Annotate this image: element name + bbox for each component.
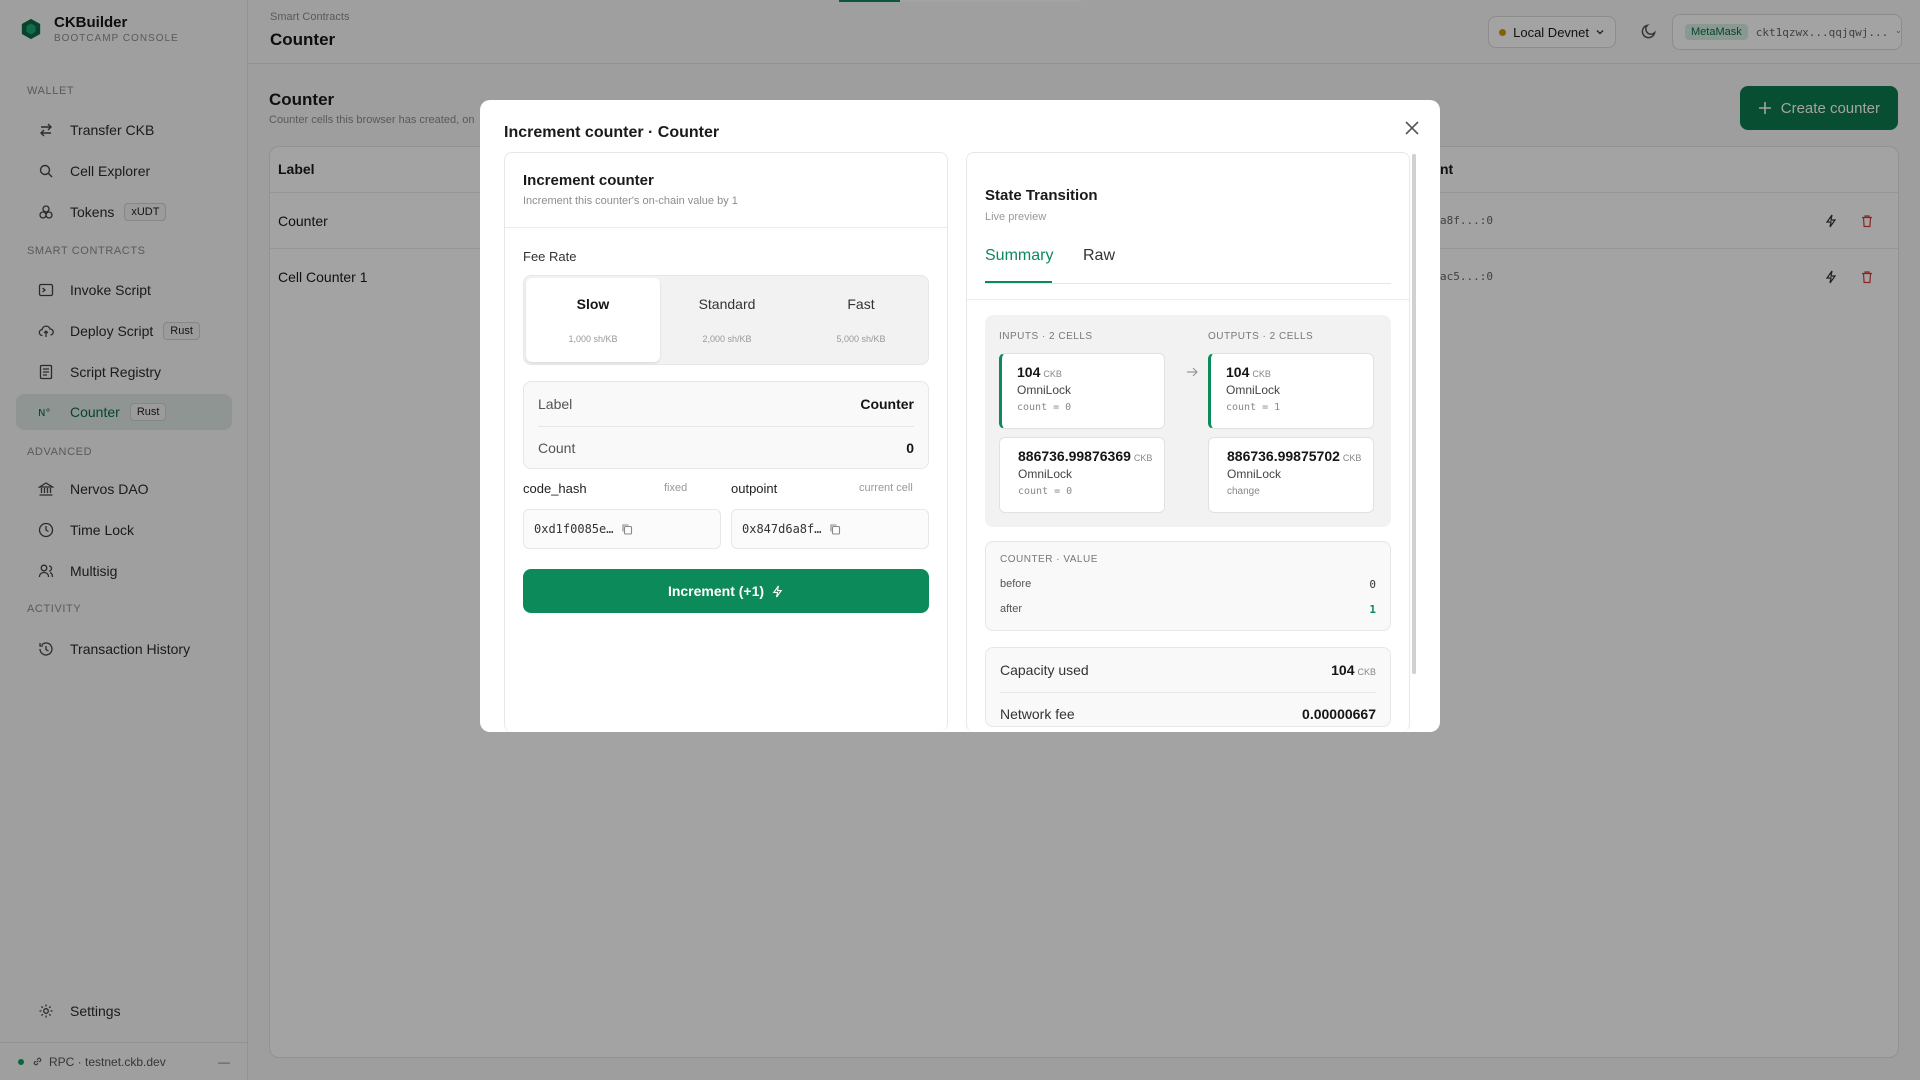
counter-value-heading: COUNTER · VALUE (1000, 554, 1098, 565)
fee-option-name: Slow (576, 296, 610, 312)
tabs-divider (985, 283, 1391, 284)
code-hash-hint: fixed (664, 482, 688, 494)
divider (967, 299, 1409, 300)
capacity-row: Capacity used 104 CKB (1000, 662, 1376, 678)
capacity-box: Capacity used 104 CKB Network fee 0.00000… (985, 647, 1391, 727)
tab-raw[interactable]: Raw (1083, 247, 1115, 265)
after-label: after (1000, 603, 1023, 615)
output-cell[interactable]: 886736.99875702 CKB OmniLock change (1208, 437, 1374, 513)
info-key: Count (538, 440, 576, 456)
cell-lock: OmniLock (1226, 383, 1281, 397)
code-hash-value: 0xd1f0085e… (534, 522, 614, 536)
cell-meta: count = 1 (1226, 402, 1281, 413)
close-icon[interactable] (1402, 118, 1422, 138)
fee-option-rate: 1,000 sh/KB (568, 334, 618, 344)
cell-amount: 104 (1226, 364, 1250, 380)
after-value: 1 (1369, 603, 1376, 616)
cell-lock: OmniLock (1018, 467, 1073, 481)
copy-icon[interactable] (621, 523, 633, 535)
before-value: 0 (1369, 578, 1376, 591)
info-row-label: Label Counter (538, 382, 914, 426)
outpoint-hint: current cell (859, 482, 913, 494)
increment-panel: Increment counter Increment this counter… (504, 152, 948, 732)
capacity-label: Capacity used (1000, 662, 1089, 678)
outpoint-value: 0x847d6a8f… (742, 522, 822, 536)
counter-value-box: COUNTER · VALUE before 0 after 1 (985, 541, 1391, 631)
tab-summary[interactable]: Summary (985, 247, 1053, 265)
capacity-value: 104 (1331, 662, 1355, 678)
zap-icon (772, 585, 783, 597)
divider (505, 227, 947, 228)
cell-amount: 886736.99875702 (1227, 448, 1340, 464)
increment-label: Increment (+1) (667, 583, 765, 599)
active-tab-indicator (985, 281, 1052, 283)
cell-unit: CKB (1133, 453, 1153, 463)
cell-meta: count = 0 (1018, 486, 1073, 497)
code-hash-field[interactable]: 0xd1f0085e… (523, 509, 721, 549)
fee-rate-label: Fee Rate (523, 249, 577, 264)
inputs-heading: INPUTS · 2 CELLS (999, 331, 1093, 342)
fee-option-name: Standard (698, 296, 756, 312)
fee-option-name: Fast (847, 296, 875, 312)
panel-subtitle: Increment this counter's on-chain value … (523, 195, 738, 207)
cell-amount: 886736.99876369 (1018, 448, 1131, 464)
copy-icon[interactable] (829, 523, 841, 535)
after-row: after 1 (1000, 603, 1376, 616)
network-fee-row: Network fee 0.00000667 (1000, 706, 1376, 722)
capacity-unit: CKB (1357, 667, 1376, 677)
fee-option-rate: 2,000 sh/KB (702, 334, 752, 344)
cells-diagram: INPUTS · 2 CELLS OUTPUTS · 2 CELLS 104 CK… (985, 315, 1391, 527)
panel-scrollbar[interactable] (1412, 154, 1416, 674)
arrow-right-icon (1187, 367, 1198, 377)
state-transition-panel: State Transition Live preview Summary Ra… (966, 152, 1410, 732)
fee-rate-selector: Slow 1,000 sh/KB Standard 2,000 sh/KB Fa… (523, 275, 929, 365)
outpoint-field[interactable]: 0x847d6a8f… (731, 509, 929, 549)
fee-option-slow[interactable]: Slow 1,000 sh/KB (526, 278, 660, 362)
before-label: before (1000, 578, 1032, 590)
divider (1000, 692, 1376, 693)
increment-counter-dialog: Increment counter · Counter Increment co… (480, 100, 1440, 732)
cell-amount: 104 (1017, 364, 1041, 380)
input-cell[interactable]: 886736.99876369 CKB OmniLock count = 0 (999, 437, 1165, 513)
cell-lock: OmniLock (1017, 383, 1072, 397)
cell-lock: OmniLock (1227, 467, 1282, 481)
info-value: 0 (906, 440, 914, 456)
cell-unit: CKB (1252, 369, 1271, 379)
fee-option-rate: 5,000 sh/KB (836, 334, 886, 344)
info-row-count: Count 0 (538, 426, 914, 470)
cell-unit: CKB (1342, 453, 1362, 463)
before-row: before 0 (1000, 578, 1376, 591)
network-fee-label: Network fee (1000, 706, 1075, 722)
network-fee-value: 0.00000667 (1302, 706, 1376, 722)
panel-subtitle: Live preview (985, 211, 1047, 223)
cell-meta: count = 0 (1017, 402, 1072, 413)
info-key: Label (538, 396, 573, 412)
cell-unit: CKB (1043, 369, 1062, 379)
counter-info: Label Counter Count 0 (523, 381, 929, 469)
outputs-heading: OUTPUTS · 2 CELLS (1208, 331, 1314, 342)
panel-title: Increment counter (523, 172, 654, 189)
info-value: Counter (860, 396, 914, 412)
scrollbar-thumb[interactable] (1412, 154, 1416, 674)
input-cell[interactable]: 104 CKB OmniLock count = 0 (999, 353, 1165, 429)
increment-button[interactable]: Increment (+1) (523, 569, 929, 613)
fee-option-fast[interactable]: Fast 5,000 sh/KB (794, 278, 928, 362)
code-hash-label: code_hash (523, 481, 587, 496)
cell-meta: change (1227, 486, 1260, 497)
panel-title: State Transition (985, 187, 1098, 204)
fee-option-standard[interactable]: Standard 2,000 sh/KB (660, 278, 794, 362)
dialog-title: Increment counter · Counter (504, 124, 720, 141)
outpoint-label: outpoint (731, 481, 778, 496)
output-cell[interactable]: 104 CKB OmniLock count = 1 (1208, 353, 1374, 429)
